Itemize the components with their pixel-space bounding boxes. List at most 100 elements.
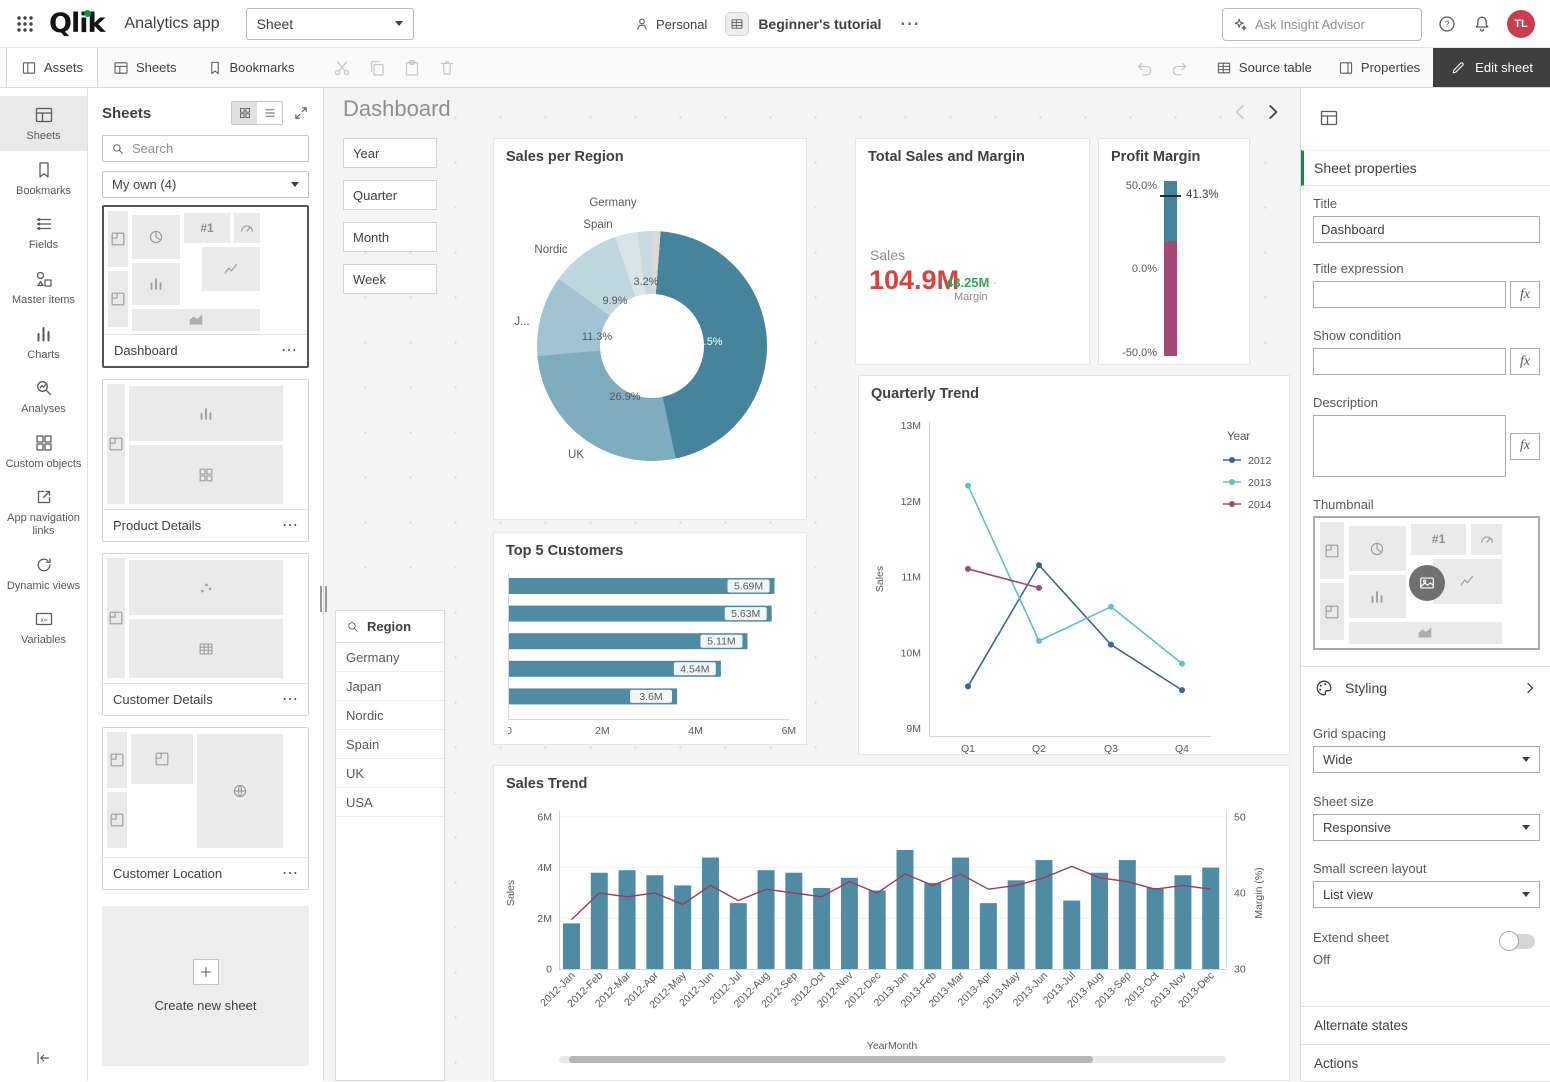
copy-icon[interactable] [367, 58, 387, 78]
filter-box-year[interactable]: Year [343, 138, 437, 168]
region-item-japan[interactable]: Japan [336, 672, 444, 701]
sheet-search-input[interactable] [132, 141, 300, 156]
notifications-bell-icon[interactable] [1472, 14, 1492, 34]
svg-text:2012: 2012 [1248, 455, 1272, 467]
delete-icon[interactable] [437, 58, 457, 78]
show-condition-fx-button[interactable]: fx [1510, 348, 1540, 375]
rail-item-bookmarks[interactable]: Bookmarks [0, 151, 87, 206]
donut-percent-label: 11.3% [582, 331, 612, 343]
rail-item-master-items[interactable]: Master items [0, 260, 87, 315]
rail-item-app-navigation-links[interactable]: App navigation links [0, 478, 87, 545]
rail-item-label: Master items [12, 294, 75, 307]
tab-sheets[interactable]: Sheets [98, 48, 191, 87]
region-item-nordic[interactable]: Nordic [336, 701, 444, 730]
sheet-filter-dropdown[interactable]: My own (4) [102, 171, 309, 198]
topbar-center: Personal Beginner's tutorial ⋯ [634, 0, 919, 48]
choose-image-button[interactable] [1409, 565, 1445, 601]
corner-icon [108, 271, 128, 327]
list-view-button[interactable] [257, 102, 282, 124]
globe-icon [197, 734, 283, 848]
sheet-search[interactable] [102, 135, 309, 162]
properties-button[interactable]: Properties [1325, 48, 1433, 87]
expand-panel-icon[interactable] [293, 105, 309, 121]
app-name-menu[interactable]: Beginner's tutorial [725, 12, 881, 36]
redo-icon[interactable] [1169, 58, 1189, 78]
grid-spacing-select[interactable]: Wide [1313, 746, 1540, 773]
sheet-selector-dropdown[interactable]: Sheet [246, 8, 414, 40]
insight-advisor-search[interactable] [1222, 8, 1422, 41]
top5-customers-chart[interactable]: Top 5 Customers 5.69M5.63M5.11M4.54M3.6M… [493, 532, 807, 745]
chevron-down-icon [1522, 825, 1530, 830]
help-icon[interactable]: ? [1437, 14, 1457, 34]
description-input[interactable] [1313, 415, 1506, 477]
filter-box-quarter[interactable]: Quarter [343, 180, 437, 210]
user-avatar[interactable]: TL [1507, 10, 1535, 38]
donut-percent-label: 45.5% [691, 336, 722, 348]
rail-item-charts[interactable]: Charts [0, 315, 87, 370]
region-item-germany[interactable]: Germany [336, 643, 444, 672]
total-sales-margin-kpi[interactable]: Total Sales and Margin Sales 104.9M 43.2… [855, 138, 1090, 365]
sheet-card-product-details[interactable]: Product Details⋯ [102, 379, 309, 542]
create-new-sheet-button[interactable]: Create new sheet [102, 906, 309, 1066]
insight-advisor-input[interactable] [1255, 17, 1412, 32]
extend-sheet-toggle[interactable] [1501, 934, 1535, 949]
collapse-panel-icon[interactable] [34, 1049, 52, 1067]
personal-space-menu[interactable]: Personal [634, 16, 707, 32]
tab-assets[interactable]: Assets [6, 48, 98, 87]
region-item-usa[interactable]: USA [336, 788, 444, 817]
actions-section[interactable]: Actions [1301, 1044, 1550, 1082]
paste-icon[interactable] [402, 58, 422, 78]
sheet-card-menu[interactable]: ⋯ [281, 343, 297, 359]
sheet-card-list: #1Dashboard⋯Product Details⋯Customer Det… [88, 205, 323, 1081]
sheet-card-customer-location[interactable]: Customer Location⋯ [102, 727, 309, 890]
edit-sheet-button[interactable]: Edit sheet [1433, 48, 1550, 87]
filter-box-month[interactable]: Month [343, 222, 437, 252]
region-filter-pane[interactable]: Region GermanyJapanNordicSpainUKUSA [335, 610, 445, 1081]
sheet-card-menu[interactable]: ⋯ [282, 866, 298, 882]
sheet-card-menu[interactable]: ⋯ [282, 692, 298, 708]
undo-icon[interactable] [1135, 58, 1155, 78]
title-expression-input[interactable] [1313, 281, 1506, 308]
qlik-logo: Qlik [49, 10, 104, 37]
sheet-size-select[interactable]: Responsive [1313, 814, 1540, 841]
sheets-icon [34, 105, 54, 125]
region-item-spain[interactable]: Spain [336, 730, 444, 759]
styling-section[interactable]: Styling [1301, 666, 1550, 708]
quarterly-trend-chart[interactable]: Quarterly Trend 13M12M11M10M9MQ1Q2Q3Q4Sa… [858, 375, 1290, 755]
thumbnail-preview[interactable]: #1 [1313, 516, 1540, 650]
rail-item-sheets[interactable]: Sheets [0, 96, 87, 151]
show-condition-input[interactable] [1313, 348, 1506, 375]
more-options-menu[interactable]: ⋯ [899, 14, 919, 34]
panel-resize-handle[interactable] [320, 586, 327, 612]
rail-item-custom-objects[interactable]: Custom objects [0, 424, 87, 479]
sales-region-donut[interactable] [537, 231, 767, 461]
next-sheet-icon[interactable] [1262, 101, 1284, 123]
chevron-down-icon [1522, 757, 1530, 762]
svg-text:0: 0 [546, 964, 552, 976]
rail-item-analyses[interactable]: Analyses [0, 369, 87, 424]
sales-trend-chart[interactable]: Sales Trend 6M4M2M05040302012-Jan2012-Fe… [493, 765, 1290, 1081]
title-expression-fx-button[interactable]: fx [1510, 281, 1540, 308]
rail-item-fields[interactable]: Fields [0, 205, 87, 260]
region-filter-header[interactable]: Region [336, 611, 444, 643]
sheet-card-menu[interactable]: ⋯ [282, 518, 298, 534]
title-input[interactable] [1313, 216, 1540, 243]
previous-sheet-icon[interactable] [1229, 101, 1251, 123]
alternate-states-section[interactable]: Alternate states [1301, 1006, 1550, 1044]
sheet-card-customer-details[interactable]: Customer Details⋯ [102, 553, 309, 716]
sales-per-region-chart[interactable]: Sales per Region 45.5%26.9%11.3%9.9%3.2%… [493, 138, 807, 520]
rail-item-dynamic-views[interactable]: Dynamic views [0, 546, 87, 601]
app-grid-icon[interactable] [15, 14, 35, 34]
filter-box-week[interactable]: Week [343, 264, 437, 294]
sheet-card-dashboard[interactable]: #1Dashboard⋯ [102, 205, 309, 368]
profit-margin-gauge[interactable]: Profit Margin 50.0%0.0%-50.0% 41.3% [1098, 138, 1250, 365]
cut-icon[interactable] [332, 58, 352, 78]
rail-item-variables[interactable]: x=Variables [0, 600, 87, 655]
tab-bookmarks[interactable]: Bookmarks [192, 48, 310, 87]
rail-item-label: Analyses [21, 403, 66, 416]
grid-view-button[interactable] [232, 102, 257, 124]
source-table-button[interactable]: Source table [1203, 48, 1325, 87]
region-item-uk[interactable]: UK [336, 759, 444, 788]
description-fx-button[interactable]: fx [1510, 433, 1540, 460]
small-screen-layout-select[interactable]: List view [1313, 881, 1540, 908]
